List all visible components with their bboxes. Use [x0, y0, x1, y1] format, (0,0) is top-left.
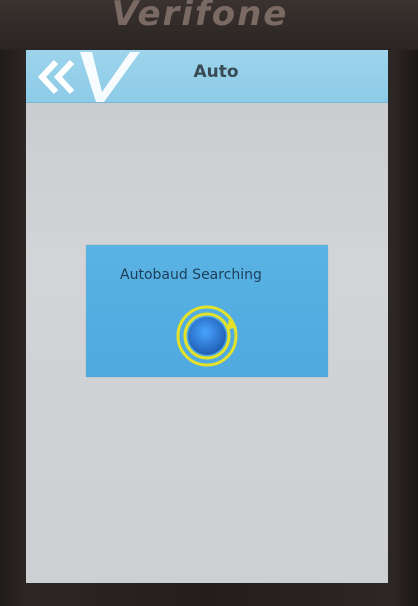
- circular-progress-icon: [176, 305, 238, 367]
- back-button[interactable]: [32, 52, 140, 102]
- title-bar: Auto: [26, 50, 388, 103]
- brand-label: Verifone: [111, 0, 289, 34]
- status-dialog: Autobaud Searching: [86, 245, 328, 377]
- payment-terminal: Verifone Auto Autobaud Searching: [0, 0, 418, 606]
- device-bezel-top: Verifone: [0, 0, 418, 50]
- verifone-v-logo-icon: [80, 52, 140, 102]
- terminal-screen: Auto Autobaud Searching: [26, 50, 388, 583]
- status-message: Autobaud Searching: [120, 267, 262, 283]
- page-title: Auto: [193, 62, 239, 82]
